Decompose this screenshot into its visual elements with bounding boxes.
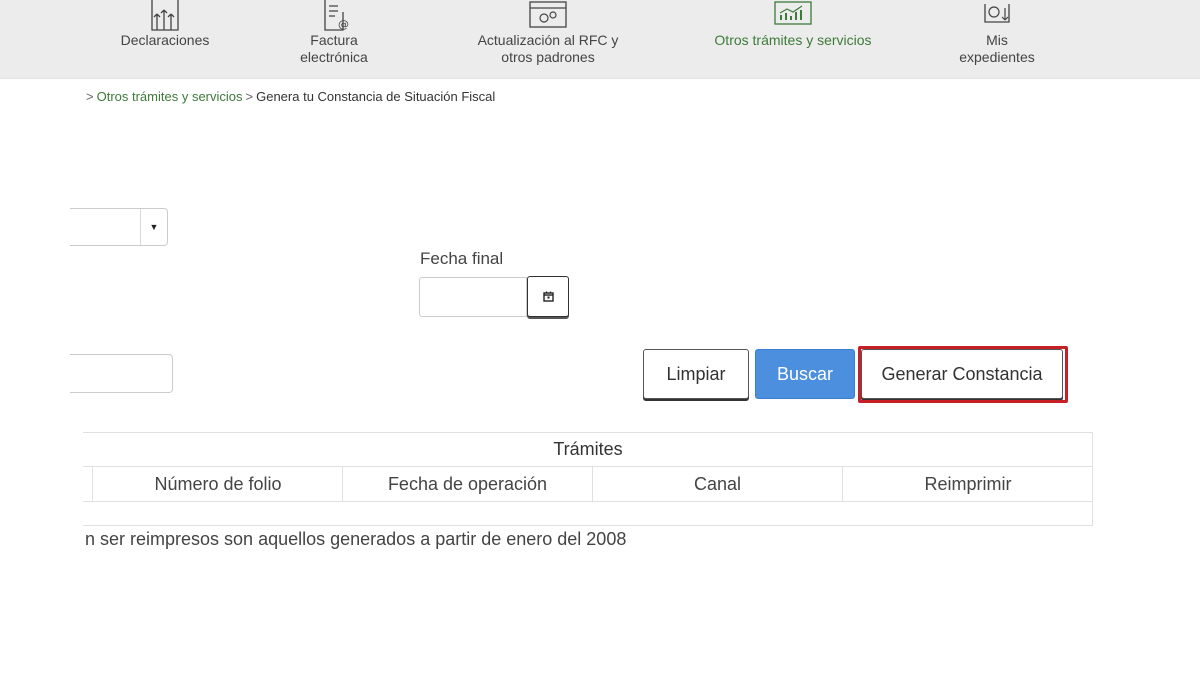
buscar-button[interactable]: Buscar: [755, 349, 855, 399]
reprint-footnote: n ser reimpresos son aquellos generados …: [85, 529, 627, 549]
search-text-input[interactable]: [70, 354, 173, 393]
column-header-canal[interactable]: Canal: [592, 467, 842, 501]
tramites-table: Trámites Número de folio Fecha de operac…: [83, 432, 1093, 526]
breadcrumb: > Otros trámites y servicios > Genera tu Co…: [83, 89, 495, 104]
calendar-button[interactable]: [527, 276, 569, 317]
calendar-icon: [542, 291, 554, 302]
rfc-icon: [529, 1, 567, 28]
factura-icon: @: [324, 0, 349, 31]
svg-text:@: @: [338, 18, 349, 31]
generar-constancia-button[interactable]: Generar Constancia: [861, 349, 1063, 399]
breadcrumb-current: Genera tu Constancia de Situación Fiscal: [256, 89, 496, 104]
column-header-folio[interactable]: Número de folio: [92, 467, 343, 501]
column-header-fecha-operacion[interactable]: Fecha de operación: [342, 467, 592, 501]
nav-label: Mis expedientes: [959, 32, 1035, 65]
limpiar-button[interactable]: Limpiar: [643, 349, 749, 399]
column-header-reimprimir[interactable]: Reimprimir: [842, 467, 1093, 501]
nav-item-declaraciones[interactable]: Declaraciones: [105, 0, 225, 78]
fecha-final-input[interactable]: [419, 277, 527, 317]
filter-select[interactable]: ▼: [70, 208, 168, 246]
nav-label: Actualización al RFC y otros padrones: [477, 32, 619, 65]
otros-tramites-icon: [774, 1, 812, 25]
nav-label: Declaraciones: [120, 32, 210, 48]
expedientes-icon: [984, 4, 1010, 23]
nav-item-factura[interactable]: @ Factura electrónica: [274, 0, 394, 78]
nav-item-otros-tramites[interactable]: Otros trámites y servicios: [703, 0, 883, 78]
table-divider: [83, 501, 1093, 502]
nav-item-expedientes[interactable]: Mis expedientes: [937, 0, 1057, 78]
nav-item-rfc[interactable]: Actualización al RFC y otros padrones: [468, 0, 628, 78]
declaraciones-icon: [151, 0, 179, 31]
table-title: Trámites: [83, 433, 1093, 467]
nav-label: Otros trámites y servicios: [714, 32, 872, 48]
chevron-down-icon[interactable]: ▼: [140, 209, 167, 245]
nav-label: Factura electrónica: [300, 32, 368, 65]
top-navigation: Declaraciones @ Factura electrónica Actu…: [0, 0, 1200, 79]
column-header-blank: [63, 467, 93, 501]
breadcrumb-link-otros-tramites[interactable]: Otros trámites y servicios: [97, 89, 243, 104]
breadcrumb-separator: >: [86, 89, 94, 104]
fecha-final-label: Fecha final: [420, 249, 504, 268]
breadcrumb-separator: >: [245, 89, 254, 104]
